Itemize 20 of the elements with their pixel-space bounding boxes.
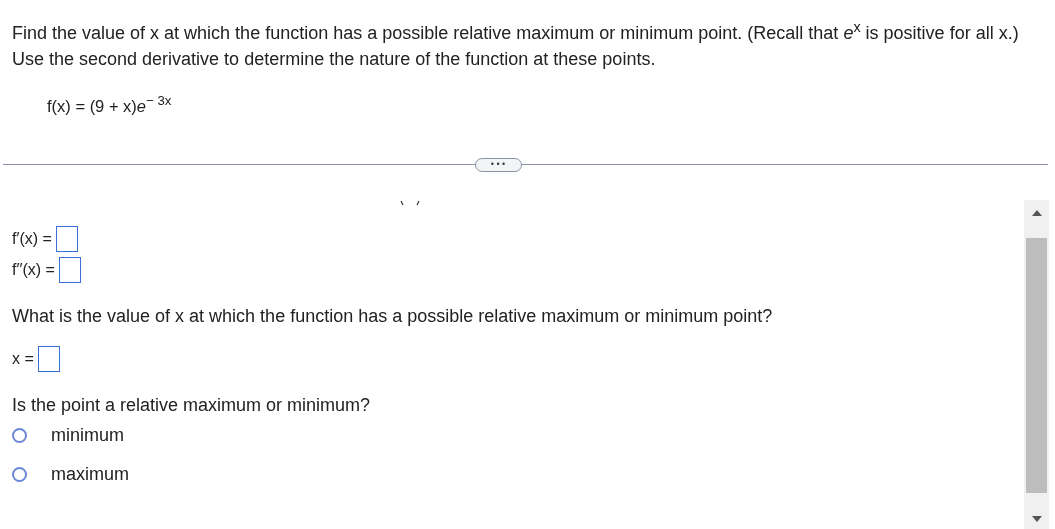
radio-button[interactable] [12,428,27,443]
answer-label: x = [12,350,34,368]
answer-field[interactable] [55,226,78,252]
question-text: Is the point a relative maximum or minimum? [12,394,372,416]
scrollbar-thumb[interactable] [1026,238,1047,493]
scroll-down-icon[interactable] [1031,515,1042,522]
expand-button[interactable]: ••• [475,157,522,172]
question-text: Find the value of x at which the function has a possible relative maximum or minimum point. (Recall that e$^{x}$ is positive for all x.) Use the second derivative to determine the nature of the function at these points. [12,18,1020,71]
answer-label: f′′(x) = [12,261,55,279]
option-label[interactable]: maximum [51,464,129,485]
scroll-up-icon[interactable] [1031,209,1042,216]
function-formula: f(x) = (9 + x)e$^{− 3x}$ [47,93,173,116]
scrollbar[interactable] [1024,199,1049,529]
answer-field[interactable] [58,257,81,283]
answer-field[interactable] [37,346,60,372]
answer-label: f′(x) = [12,230,52,248]
stray-marks-icon [400,199,420,207]
question-text: What is the value of x at which the function has a possible relative maximum or minimum point? [12,305,774,327]
radio-button[interactable] [12,467,27,482]
option-label[interactable]: minimum [51,425,124,446]
